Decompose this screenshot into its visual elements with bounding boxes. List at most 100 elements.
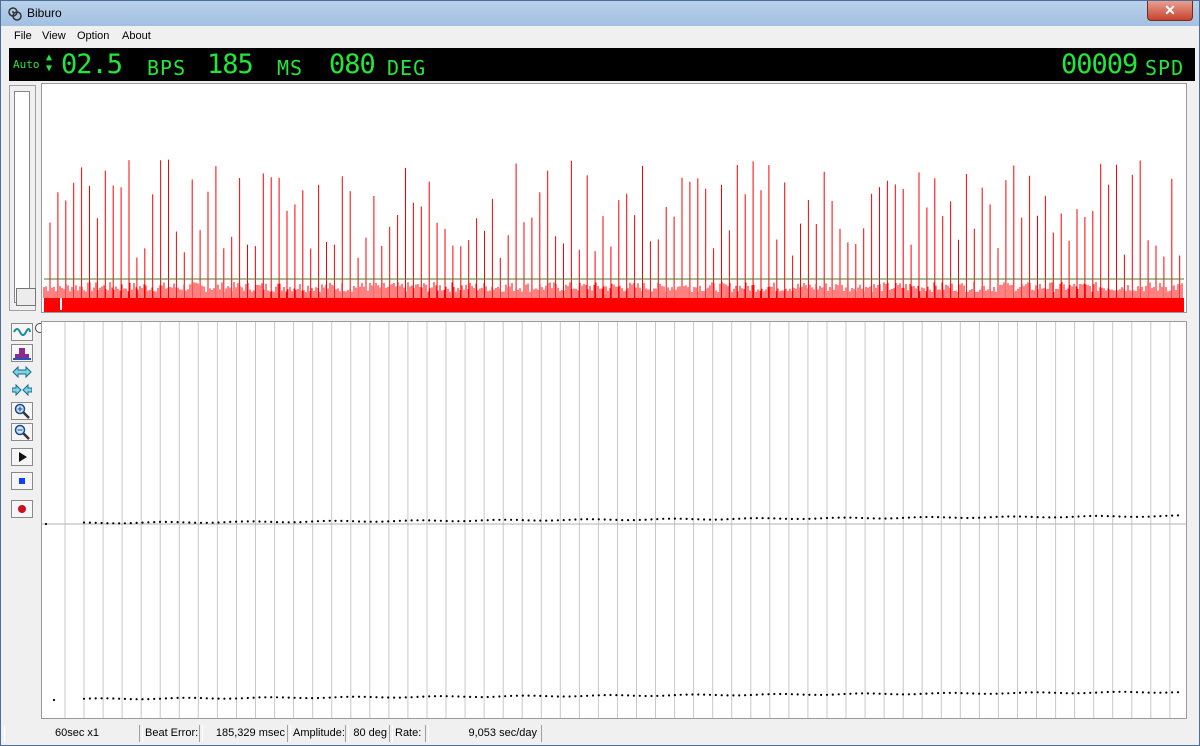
beat-dot: [989, 516, 992, 519]
beat-dot: [188, 521, 191, 524]
beat-dot: [1147, 515, 1150, 518]
beat-dot: [586, 694, 589, 697]
beat-dot: [1118, 515, 1121, 518]
beat-dot: [1065, 516, 1068, 519]
beat-dot: [703, 693, 706, 696]
beat-dot: [784, 517, 788, 520]
menu-about[interactable]: About: [122, 30, 151, 42]
noise-band: [44, 298, 1184, 312]
beat-dot: [738, 517, 741, 520]
beat-dot: [492, 518, 495, 521]
beat-dot: [194, 521, 197, 524]
beat-dot: [352, 695, 355, 698]
spd-unit: SPD: [1145, 56, 1185, 80]
weight-button[interactable]: [11, 344, 33, 362]
play-button[interactable]: [11, 448, 33, 466]
beat-dot: [463, 520, 466, 523]
stretch-button[interactable]: [11, 363, 33, 381]
beat-dot: [381, 696, 384, 699]
beat-spikes: [49, 159, 1181, 298]
title-bar[interactable]: Biburo ✕: [1, 1, 1199, 26]
waveform-plot: [43, 159, 1184, 312]
beat-dot: [170, 520, 173, 524]
beat-dot: [591, 518, 595, 521]
beat-dot: [679, 517, 682, 520]
slider-thumb[interactable]: [16, 288, 36, 306]
beat-dot: [890, 693, 893, 696]
record-button[interactable]: [11, 500, 33, 518]
beat-dot: [615, 694, 618, 697]
beat-dot: [387, 520, 390, 523]
beat-dot: [1054, 516, 1057, 519]
beat-dot: [1036, 691, 1039, 694]
deg-unit: DEG: [387, 56, 427, 80]
beat-dot: [656, 694, 659, 697]
beat-dot: [375, 520, 378, 523]
beat-dot: [954, 691, 957, 694]
close-button[interactable]: ✕: [1147, 1, 1193, 21]
beat-dot: [796, 517, 799, 521]
beat-dot: [562, 695, 565, 698]
beat-dot: [638, 694, 641, 697]
shrink-button[interactable]: [11, 381, 33, 399]
beat-dot: [205, 697, 208, 700]
beat-dot: [714, 693, 717, 697]
beat-dot: [398, 696, 401, 699]
beat-dot: [106, 522, 109, 525]
beat-dot: [393, 696, 396, 699]
beat-dot: [673, 517, 677, 520]
beat-dot: [305, 697, 308, 700]
beat-dot: [246, 696, 249, 700]
beat-dot: [738, 694, 741, 697]
beat-dot: [574, 518, 577, 521]
beat-dot: [176, 696, 179, 699]
beat-dot: [989, 692, 992, 695]
zoom-in-button[interactable]: [11, 402, 33, 420]
beat-dot: [322, 519, 325, 523]
lcd-readout: Auto ▲ ▼ 02.5 BPS 185 MS 080 DEG 00009 SP…: [9, 48, 1195, 81]
beat-dot: [667, 517, 671, 520]
beat-dot: [1095, 691, 1098, 694]
beat-dot: [767, 693, 770, 696]
beat-dot: [855, 516, 858, 519]
beat-dot: [533, 519, 536, 522]
wave-button[interactable]: [11, 323, 33, 341]
play-icon: [19, 452, 27, 462]
beat-dot: [849, 516, 852, 519]
stop-button[interactable]: [11, 472, 33, 490]
menu-view[interactable]: View: [42, 30, 66, 42]
beat-dot: [761, 693, 764, 696]
beat-dot: [299, 696, 302, 700]
beat-dot: [1159, 515, 1162, 518]
tool-column: [9, 321, 37, 721]
rate-value: 9,053 sec/day: [428, 725, 542, 742]
beat-dot: [562, 519, 565, 522]
beat-dot: [474, 519, 478, 522]
auto-mode-label[interactable]: Auto: [13, 58, 40, 71]
beat-dot: [311, 697, 314, 700]
beat-dot: [1030, 691, 1033, 694]
beat-dot: [662, 694, 665, 697]
beat-dot: [357, 695, 361, 698]
menu-file[interactable]: File: [14, 30, 32, 42]
record-icon: [18, 505, 26, 513]
menu-option[interactable]: Option: [77, 30, 109, 42]
beat-dot: [82, 521, 86, 524]
beat-dot: [340, 519, 343, 522]
beat-dot: [293, 521, 296, 524]
slider-track[interactable]: [14, 91, 36, 306]
beat-dot: [609, 518, 612, 521]
beat-dot: [550, 695, 554, 698]
beat-dot: [258, 696, 261, 699]
beat-dot: [439, 519, 442, 522]
beat-dot: [1065, 692, 1068, 695]
gain-slider[interactable]: [9, 85, 36, 311]
beat-dot: [603, 694, 606, 697]
status-bar: 60sec x1 Beat Error: 185,329 msec Amplit…: [2, 723, 1198, 745]
beat-dot: [1118, 690, 1121, 693]
beat-dot: [632, 519, 636, 522]
zoom-out-button[interactable]: [11, 423, 33, 441]
up-down-arrows-icon[interactable]: ▲ ▼: [46, 52, 52, 74]
beat-dot: [1171, 691, 1174, 694]
beat-dot: [580, 695, 583, 698]
